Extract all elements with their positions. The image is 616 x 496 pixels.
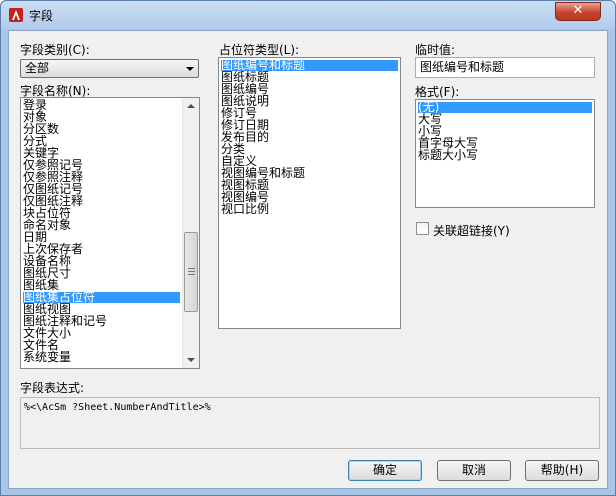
associate-hyperlink-checkbox[interactable] bbox=[416, 222, 429, 235]
scroll-up-icon[interactable] bbox=[187, 104, 195, 108]
close-icon: ✕ bbox=[572, 3, 584, 18]
expression-label: 字段表达式: bbox=[20, 381, 85, 395]
cancel-button[interactable]: 取消 bbox=[437, 460, 511, 481]
scroll-down-icon[interactable] bbox=[187, 358, 195, 362]
grip-line bbox=[188, 274, 195, 275]
grip-line bbox=[188, 268, 195, 269]
expression-box: %<\AcSm ?Sheet.NumberAndTitle>% bbox=[20, 397, 600, 449]
field-names-item[interactable]: 系统变量 bbox=[23, 351, 180, 363]
autocad-logo-icon bbox=[9, 8, 23, 22]
dialog-body: 字段类别(C): 全部 字段名称(N): 登录 对象 分区数 分式 关键字 仅参照记号 仅参… bbox=[8, 30, 608, 489]
help-button[interactable]: 帮助(H) bbox=[525, 460, 599, 481]
format-label: 格式(F): bbox=[415, 85, 460, 99]
temp-value-label: 临时值: bbox=[415, 43, 456, 57]
placeholder-type-list[interactable]: 图纸编号和标题 图纸标题 图纸编号 图纸说明 修订号 修订日期 发布目的 分类 自定义 视图编号和… bbox=[218, 57, 401, 329]
expression-text: %<\AcSm ?Sheet.NumberAndTitle>% bbox=[24, 402, 211, 413]
field-names-list[interactable]: 登录 对象 分区数 分式 关键字 仅参照记号 仅参照注释 仅图纸记号 仅图纸注释 块占位符 命名对象… bbox=[20, 97, 200, 369]
temp-value-field[interactable]: 图纸编号和标题 bbox=[415, 57, 595, 78]
scroll-thumb[interactable] bbox=[184, 232, 198, 312]
field-category-select[interactable]: 全部 bbox=[20, 59, 199, 78]
field-dialog: 字段 ✕ 字段类别(C): 全部 字段名称(N): 登录 对象 分区数 分式 关键字 仅参… bbox=[0, 0, 616, 496]
title-bar[interactable]: 字段 ✕ bbox=[1, 1, 615, 29]
field-category-value: 全部 bbox=[25, 61, 50, 75]
format-item[interactable]: (无) bbox=[418, 101, 592, 113]
close-button[interactable]: ✕ bbox=[555, 2, 601, 21]
ok-button[interactable]: 确定 bbox=[348, 460, 422, 481]
field-category-label: 字段类别(C): bbox=[20, 43, 90, 57]
format-list[interactable]: (无) 大写 小写 首字母大写 标题大小写 bbox=[415, 99, 595, 208]
placeholder-type-label: 占位符类型(L): bbox=[219, 43, 300, 57]
field-names-scrollbar[interactable] bbox=[182, 98, 199, 368]
associate-hyperlink-label[interactable]: 关联超链接(Y) bbox=[433, 222, 510, 239]
placeholder-type-item[interactable]: 发布目的 bbox=[221, 131, 398, 143]
chevron-down-icon bbox=[186, 67, 194, 71]
window-title: 字段 bbox=[29, 9, 54, 23]
format-item[interactable]: 标题大小写 bbox=[418, 149, 592, 161]
grip-line bbox=[188, 271, 195, 272]
placeholder-type-item[interactable]: 视口比例 bbox=[221, 203, 398, 215]
format-item[interactable]: 大写 bbox=[418, 113, 592, 125]
